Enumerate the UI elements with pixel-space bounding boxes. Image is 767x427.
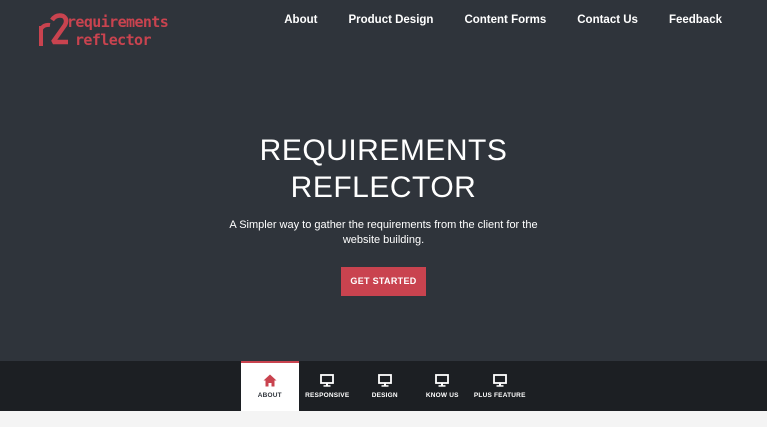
nav-link-content-forms[interactable]: Content Forms xyxy=(464,13,546,27)
hero-subtitle: A Simpler way to gather the requirements… xyxy=(229,219,538,246)
home-icon xyxy=(263,374,277,387)
nav-link-about[interactable]: About xyxy=(284,13,317,27)
monitor-icon xyxy=(377,374,392,387)
hero-title-line1: REQUIREMENTS xyxy=(259,134,508,167)
tab-plus-feature[interactable]: PLUS FEATURE xyxy=(471,361,529,411)
tab-plus-feature-label: PLUS FEATURE xyxy=(473,392,526,399)
tab-about-label: ABOUT xyxy=(257,392,282,399)
logo-text-line1: requirements xyxy=(67,13,169,31)
tab-design[interactable]: DESIGN xyxy=(356,361,414,411)
feature-tabs: ABOUT RESPONSIVE DESIGN KNOW US PLUS FEA… xyxy=(241,361,529,411)
hero-title-line2: REFLECTOR xyxy=(290,171,477,204)
get-started-button[interactable]: GET STARTED xyxy=(341,267,426,296)
tab-responsive-label: RESPONSIVE xyxy=(305,392,350,399)
tab-know-us-label: KNOW US xyxy=(425,392,459,399)
tab-design-label: DESIGN xyxy=(371,392,398,399)
brand-logo[interactable]: requirements reflector xyxy=(38,12,198,48)
nav-link-product-design[interactable]: Product Design xyxy=(348,13,433,27)
hero-title: REQUIREMENTS REFLECTOR xyxy=(0,132,767,206)
monitor-icon xyxy=(492,374,507,387)
nav-link-feedback[interactable]: Feedback xyxy=(669,13,722,27)
nav-link-contact-us[interactable]: Contact Us xyxy=(577,13,638,27)
main-nav: About Product Design Content Forms Conta… xyxy=(284,13,722,27)
tab-know-us[interactable]: KNOW US xyxy=(414,361,472,411)
content-area-edge xyxy=(0,411,767,427)
tab-about[interactable]: ABOUT xyxy=(241,361,299,411)
logo-text-line2: reflector xyxy=(75,31,151,49)
top-navbar: requirements reflector About Product Des… xyxy=(0,0,767,50)
tab-responsive[interactable]: RESPONSIVE xyxy=(299,361,357,411)
monitor-icon xyxy=(320,374,335,387)
hero-section: REQUIREMENTS REFLECTOR A Simpler way to … xyxy=(0,132,767,296)
feature-tab-bar: ABOUT RESPONSIVE DESIGN KNOW US PLUS FEA… xyxy=(0,361,767,411)
monitor-icon xyxy=(435,374,450,387)
